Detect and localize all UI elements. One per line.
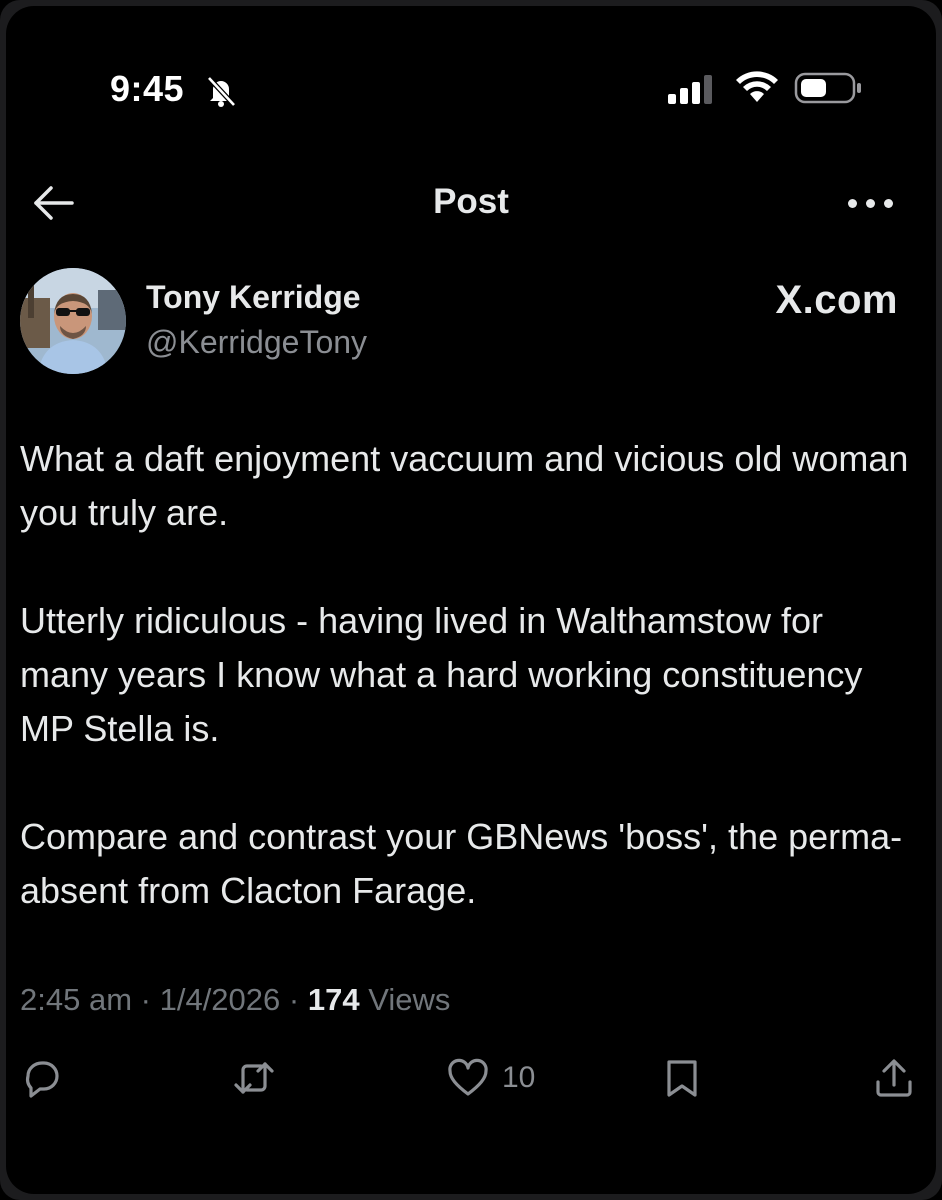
post-text: What a daft enjoyment vaccuum and viciou… [20,432,920,972]
post-paragraph: Compare and contrast your GBNews 'boss',… [20,816,903,911]
heart-icon [448,1058,488,1096]
bookmark-icon [667,1060,697,1097]
bookmark-button[interactable] [660,1056,704,1100]
bell-slash-icon [207,76,236,107]
cellular-signal-icon [668,75,712,104]
post-paragraph: What a daft enjoyment vaccuum and viciou… [20,438,909,533]
status-time: 9:45 [110,68,185,109]
meta-separator: · [288,982,300,1017]
ellipsis-icon[interactable] [846,188,896,218]
meta-separator: · [140,982,151,1017]
views-label[interactable]: Views [368,982,450,1017]
x-watermark: X.com [775,278,898,322]
share-button[interactable] [872,1056,916,1100]
repost-button[interactable] [232,1056,276,1100]
page-title: Post [433,182,509,221]
repost-icon [234,1062,274,1094]
views-count[interactable]: 174 [308,982,360,1017]
post-meta: 2:45 am · 1/4/2026 · 174 Views [20,982,450,1018]
like-button[interactable]: 10 [446,1056,535,1100]
author-handle[interactable]: @KerridgeTony [146,324,367,361]
battery-icon [794,72,861,104]
reply-button[interactable] [20,1056,64,1100]
post-time: 2:45 am [20,982,133,1017]
post-paragraph: Utterly ridiculous - having lived in Wal… [20,600,863,749]
like-count: 10 [502,1061,536,1094]
author-name[interactable]: Tony Kerridge [146,279,361,316]
avatar[interactable] [20,268,126,374]
reply-icon [26,1061,59,1098]
post-date: 1/4/2026 [159,982,281,1017]
share-icon [876,1059,912,1097]
wifi-icon [736,71,778,102]
